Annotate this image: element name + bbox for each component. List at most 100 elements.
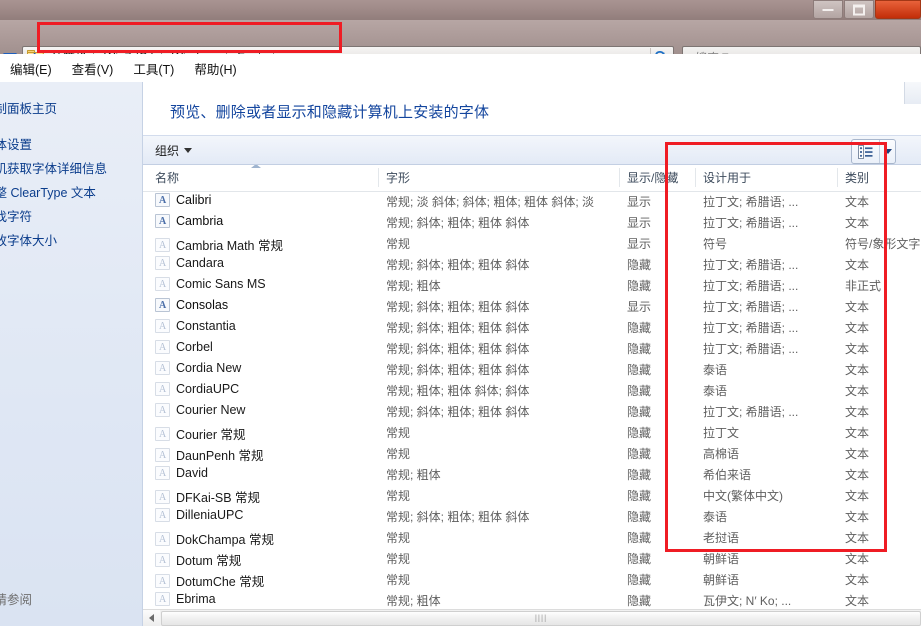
close-button[interactable]	[875, 0, 921, 19]
horizontal-scroll-thumb[interactable]: ||||	[161, 610, 921, 626]
font-file-icon: A	[155, 426, 170, 441]
maximize-button[interactable]	[844, 0, 874, 19]
column-header-category[interactable]: 类别	[845, 169, 869, 186]
cell-category: 文本	[845, 321, 870, 335]
table-row[interactable]: A DokChampa 常规 常规 隐藏 老挝语 文本	[143, 527, 921, 548]
command-bar: 组织	[143, 135, 921, 165]
cell-show-hide: 隐藏	[627, 363, 652, 377]
table-row[interactable]: A Calibri 常规; 淡 斜体; 斜体; 粗体; 粗体 斜体; 淡 显示 拉丁文;…	[143, 191, 921, 212]
menu-item-view[interactable]: 查看(V)	[62, 56, 124, 81]
table-row[interactable]: A Constantia 常规; 斜体; 粗体; 粗体 斜体 隐藏 拉丁文; 希腊语; …	[143, 317, 921, 338]
table-row[interactable]: A Comic Sans MS 常规; 粗体 隐藏 拉丁文; 希腊语; ... 非正式	[143, 275, 921, 296]
organize-button[interactable]: 组织	[143, 142, 193, 159]
table-row[interactable]: A Cambria Math 常规 常规 显示 符号 符号/象形文字	[143, 233, 921, 254]
nav-link-adjust-cleartype-text[interactable]: 调整 ClearType 文本	[0, 182, 96, 201]
cell-designed-for: 拉丁文	[703, 426, 740, 440]
cell-font-name: A Calibri	[155, 193, 211, 207]
cell-designed-for: 泰语	[703, 384, 728, 398]
column-header-name[interactable]: 名称	[155, 169, 179, 186]
table-row[interactable]: A Ebrima 常规; 粗体 隐藏 瓦伊文; N′ Ko; ... 文本	[143, 590, 921, 611]
font-file-icon: A	[155, 508, 170, 522]
view-mode-button[interactable]	[851, 139, 896, 164]
font-name-label: DaunPenh 常规	[176, 449, 264, 463]
column-header-style[interactable]: 字形	[386, 169, 410, 186]
vertical-scrollbar[interactable]	[904, 82, 921, 104]
table-row[interactable]: A Cordia New 常规; 斜体; 粗体; 粗体 斜体 隐藏 泰语 文本	[143, 359, 921, 380]
scroll-left-button[interactable]	[143, 610, 160, 626]
cell-category: 文本	[845, 384, 870, 398]
cell-font-name: A Dotum 常规	[155, 550, 241, 569]
window-title-bar	[0, 0, 921, 20]
table-row[interactable]: A CordiaUPC 常规; 粗体; 粗体 斜体; 斜体 隐藏 泰语 文本	[143, 380, 921, 401]
font-name-label: DotumChe 常规	[176, 575, 265, 589]
cell-category: 符号/象形文字	[845, 237, 921, 251]
cell-font-name: A Cambria	[155, 214, 223, 228]
menu-item-tools[interactable]: 工具(T)	[123, 56, 184, 81]
address-bar-row: A 计算机 Win7 (C:) Windows Fonts	[0, 20, 921, 68]
caret-down-icon	[883, 149, 892, 154]
font-name-label: Corbel	[176, 340, 213, 354]
table-row[interactable]: A Courier New 常规; 斜体; 粗体; 粗体 斜体 隐藏 拉丁文; 希腊语;…	[143, 401, 921, 422]
font-file-icon: A	[155, 382, 170, 396]
cell-font-name: A Consolas	[155, 298, 228, 312]
nav-link-font-settings[interactable]: 字体设置	[0, 134, 32, 153]
nav-link-change-font-size[interactable]: 更改字体大小	[0, 230, 57, 249]
cell-designed-for: 拉丁文; 希腊语; ...	[703, 300, 799, 314]
font-file-icon: A	[155, 552, 170, 567]
menu-item-help[interactable]: 帮助(H)	[184, 56, 246, 81]
table-row[interactable]: A Corbel 常规; 斜体; 粗体; 粗体 斜体 隐藏 拉丁文; 希腊语; ... 文…	[143, 338, 921, 359]
column-header-designed-for[interactable]: 设计用于	[703, 169, 751, 186]
cell-category: 文本	[845, 573, 870, 587]
cell-designed-for: 拉丁文; 希腊语; ...	[703, 321, 799, 335]
table-row[interactable]: A DotumChe 常规 常规 隐藏 朝鲜语 文本	[143, 569, 921, 590]
cell-font-name: A DaunPenh 常规	[155, 445, 264, 464]
cell-font-style: 常规	[386, 531, 411, 545]
table-row[interactable]: A Candara 常规; 斜体; 粗体; 粗体 斜体 隐藏 拉丁文; 希腊语; ...…	[143, 254, 921, 275]
cell-font-style: 常规; 斜体; 粗体; 粗体 斜体	[386, 342, 530, 356]
maximize-icon	[853, 4, 865, 15]
cell-category: 文本	[845, 195, 870, 209]
cell-designed-for: 符号	[703, 237, 728, 251]
sort-ascending-icon	[251, 165, 261, 168]
see-also-label: 另请参阅	[0, 593, 33, 607]
cell-show-hide: 隐藏	[627, 489, 652, 503]
menu-item-edit[interactable]: 编辑(E)	[0, 56, 62, 81]
view-mode-dropdown[interactable]	[880, 140, 895, 163]
table-row[interactable]: A DilleniaUPC 常规; 斜体; 粗体; 粗体 斜体 隐藏 泰语 文本	[143, 506, 921, 527]
file-explorer-window: A 计算机 Win7 (C:) Windows Fonts	[0, 0, 921, 626]
cell-category: 文本	[845, 342, 870, 356]
font-name-label: Dotum 常规	[176, 554, 242, 568]
table-row[interactable]: A Cambria 常规; 斜体; 粗体; 粗体 斜体 显示 拉丁文; 希腊语; ...…	[143, 212, 921, 233]
nav-link-find-character[interactable]: 查找字符	[0, 206, 32, 225]
table-row[interactable]: A Consolas 常规; 斜体; 粗体; 粗体 斜体 显示 拉丁文; 希腊语; ..…	[143, 296, 921, 317]
font-file-icon: A	[155, 214, 170, 228]
cell-show-hide: 显示	[627, 300, 652, 314]
cell-designed-for: 泰语	[703, 363, 728, 377]
column-header-show-hide[interactable]: 显示/隐藏	[627, 169, 678, 186]
table-header-row: 名称 字形 显示/隐藏 设计用于 类别	[143, 165, 921, 192]
cell-category: 文本	[845, 447, 870, 461]
scroll-left-arrow-icon	[149, 614, 154, 622]
table-row[interactable]: A DFKai-SB 常规 常规 隐藏 中文(繁体中文) 文本	[143, 485, 921, 506]
font-file-icon: A	[155, 340, 170, 354]
nav-link-control-panel-home[interactable]: 控制面板主页	[0, 98, 57, 117]
cell-category: 文本	[845, 489, 870, 503]
cell-show-hide: 隐藏	[627, 258, 652, 272]
cell-category: 文本	[845, 216, 870, 230]
font-name-label: Courier New	[176, 403, 246, 417]
table-row[interactable]: A DaunPenh 常规 常规 隐藏 高棉语 文本	[143, 443, 921, 464]
cell-font-style: 常规	[386, 237, 411, 251]
scroll-grip-icon: ||||	[534, 613, 548, 623]
organize-label: 组织	[155, 143, 180, 158]
cell-category: 文本	[845, 468, 870, 482]
nav-link-get-font-details-online[interactable]: 联机获取字体详细信息	[0, 158, 107, 177]
table-row[interactable]: A Dotum 常规 常规 隐藏 朝鲜语 文本	[143, 548, 921, 569]
table-row[interactable]: A Courier 常规 常规 隐藏 拉丁文 文本	[143, 422, 921, 443]
table-row[interactable]: A David 常规; 粗体 隐藏 希伯来语 文本	[143, 464, 921, 485]
cell-font-style: 常规; 粗体	[386, 594, 441, 608]
minimize-button[interactable]	[813, 0, 843, 19]
cell-designed-for: 拉丁文; 希腊语; ...	[703, 258, 799, 272]
horizontal-scrollbar[interactable]: ||||	[143, 609, 921, 626]
cell-designed-for: 高棉语	[703, 447, 740, 461]
font-name-label: Cambria	[176, 214, 224, 228]
